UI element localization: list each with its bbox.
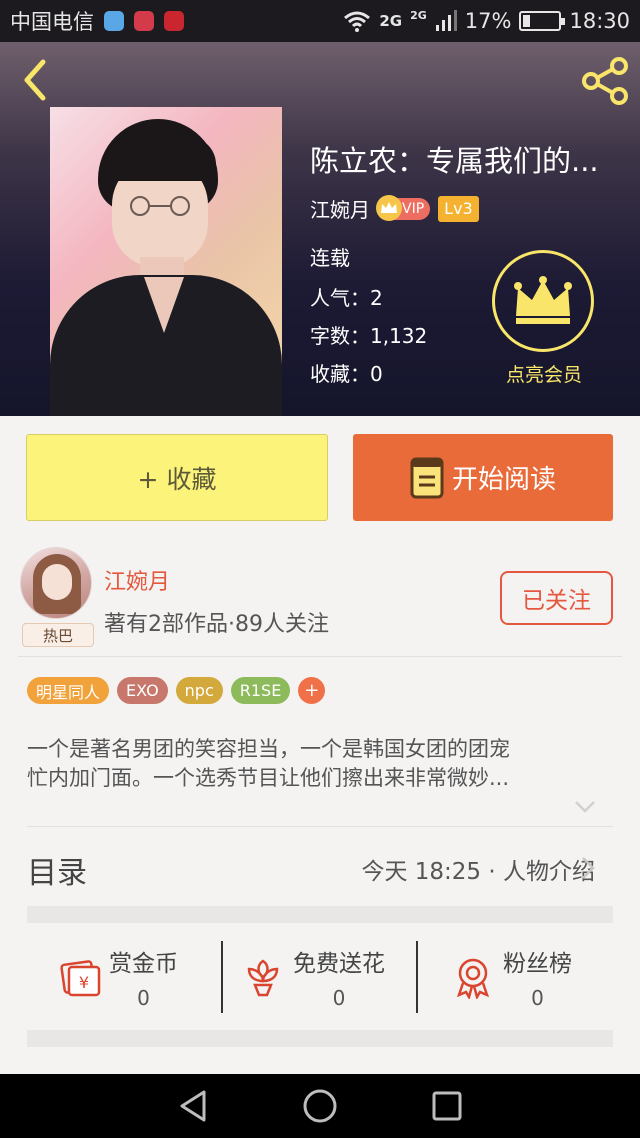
follow-button[interactable]: 已关注 xyxy=(500,571,613,625)
nav-back-button[interactable] xyxy=(173,1086,213,1126)
favorites-row: 收藏：0 xyxy=(310,358,383,387)
author-name[interactable]: 江婉月 xyxy=(104,564,170,596)
book-title: 陈立农：专属我们的... xyxy=(310,144,599,178)
add-tag-button[interactable]: + xyxy=(298,677,326,704)
chevron-down-icon[interactable] xyxy=(574,800,596,814)
divider xyxy=(18,656,622,657)
chevron-right-icon[interactable] xyxy=(580,856,596,880)
battery-icon xyxy=(519,11,566,31)
synopsis-line-2: 忙内加门面。一个选秀节目让他们擦出来非常微妙... xyxy=(27,766,510,790)
popularity-row: 人气：2 xyxy=(310,282,383,311)
stat-value: 0 xyxy=(137,986,150,1010)
synopsis[interactable]: 一个是著名男团的笑容担当，一个是韩国女团的团宠 忙内加门面。一个选秀节目让他们擦… xyxy=(27,735,611,793)
section-spacer xyxy=(27,906,613,923)
collect-button[interactable]: + 收藏 xyxy=(26,434,328,521)
back-arrow-icon xyxy=(24,59,46,101)
share-icon[interactable] xyxy=(580,56,630,106)
carrier-name: 中国电信 xyxy=(10,10,94,34)
nav-recents-button[interactable] xyxy=(427,1086,467,1126)
divider xyxy=(27,826,613,827)
divider xyxy=(416,941,418,1013)
member-label: 点亮会员 xyxy=(505,364,582,386)
popularity-label: 人气： xyxy=(310,286,370,310)
free-flower-button[interactable]: 免费送花 0 xyxy=(241,941,385,1013)
start-reading-button[interactable]: 开始阅读 xyxy=(353,434,613,521)
vip-badge: VIP xyxy=(376,194,431,221)
latest-chapter-link[interactable]: 今天 18:25 · 人物介绍 xyxy=(361,852,595,886)
tag-item[interactable]: EXO xyxy=(117,677,168,704)
app-notification-icon xyxy=(104,11,124,31)
sim-notification-icon xyxy=(134,11,154,31)
vip-label: VIP xyxy=(402,200,425,217)
nav-home-button[interactable] xyxy=(300,1086,340,1126)
huawei-notification-icon xyxy=(164,11,184,31)
fan-ranking-button[interactable]: 粉丝榜 0 xyxy=(451,941,572,1013)
clock: 18:30 xyxy=(569,9,630,33)
synopsis-line-1: 一个是著名男团的笑容担当，一个是韩国女团的团宠 xyxy=(27,737,510,761)
network-type: 2G xyxy=(379,12,403,30)
medal-icon xyxy=(456,958,490,999)
favorites-label: 收藏： xyxy=(310,362,370,386)
stat-value: 0 xyxy=(531,986,544,1010)
circle-home-icon xyxy=(303,1089,337,1123)
network-type-2: 2G xyxy=(410,9,427,22)
author-stats: 著有2部作品·89人关注 xyxy=(104,612,329,637)
word-count-label: 字数： xyxy=(310,324,370,348)
divider xyxy=(221,941,223,1013)
book-author-line: 江婉月 VIP Lv3 xyxy=(310,194,479,223)
signal-icon xyxy=(435,10,457,31)
tag-item[interactable]: 明星同人 xyxy=(27,677,110,704)
stats-row: ¥ 赏金币 0 免费送花 0 粉丝榜 0 xyxy=(27,941,613,1013)
tag-item[interactable]: R1SE xyxy=(230,677,291,704)
start-reading-label: 开始阅读 xyxy=(451,465,556,495)
book-cover-image[interactable] xyxy=(50,107,282,416)
svg-text:¥: ¥ xyxy=(79,973,89,992)
battery-percent: 17% xyxy=(464,9,512,33)
reward-coin-icon: ¥ xyxy=(60,960,101,997)
member-crown-icon xyxy=(492,250,594,352)
book-header: 陈立农：专属我们的... 江婉月 VIP Lv3 连载 人气：2 字数：1,13… xyxy=(0,42,640,416)
author-badge: 热巴 xyxy=(22,623,94,647)
favorites-value: 0 xyxy=(370,362,383,386)
stat-value: 0 xyxy=(332,986,346,1010)
stat-name: 赏金币 xyxy=(109,951,178,977)
book-icon xyxy=(410,457,444,498)
author-avatar[interactable] xyxy=(20,547,92,619)
stat-name: 免费送花 xyxy=(293,951,385,977)
back-button[interactable] xyxy=(14,58,54,102)
word-count-row: 字数：1,132 xyxy=(310,320,427,349)
system-nav-bar xyxy=(0,1074,640,1138)
stat-name: 粉丝榜 xyxy=(503,951,572,977)
popularity-value: 2 xyxy=(370,286,383,310)
wifi-icon xyxy=(344,11,371,32)
level-badge: Lv3 xyxy=(438,195,479,222)
reward-coin-button[interactable]: ¥ 赏金币 0 xyxy=(57,941,178,1013)
square-recents-icon xyxy=(432,1091,462,1121)
tag-list: 明星同人 EXO npc R1SE + xyxy=(27,677,326,704)
tag-item[interactable]: npc xyxy=(175,677,223,704)
serial-status: 连载 xyxy=(310,246,350,270)
flower-icon xyxy=(247,959,279,997)
toc-title[interactable]: 目录 xyxy=(27,848,87,892)
triangle-back-icon xyxy=(180,1090,206,1122)
word-count-value: 1,132 xyxy=(370,324,428,348)
status-bar: 中国电信 2G 2G 17% 18:30 xyxy=(0,0,640,42)
section-spacer xyxy=(27,1030,613,1047)
crown-icon xyxy=(376,194,402,221)
book-author[interactable]: 江婉月 xyxy=(310,194,370,223)
member-button[interactable]: 点亮会员 xyxy=(492,250,596,387)
